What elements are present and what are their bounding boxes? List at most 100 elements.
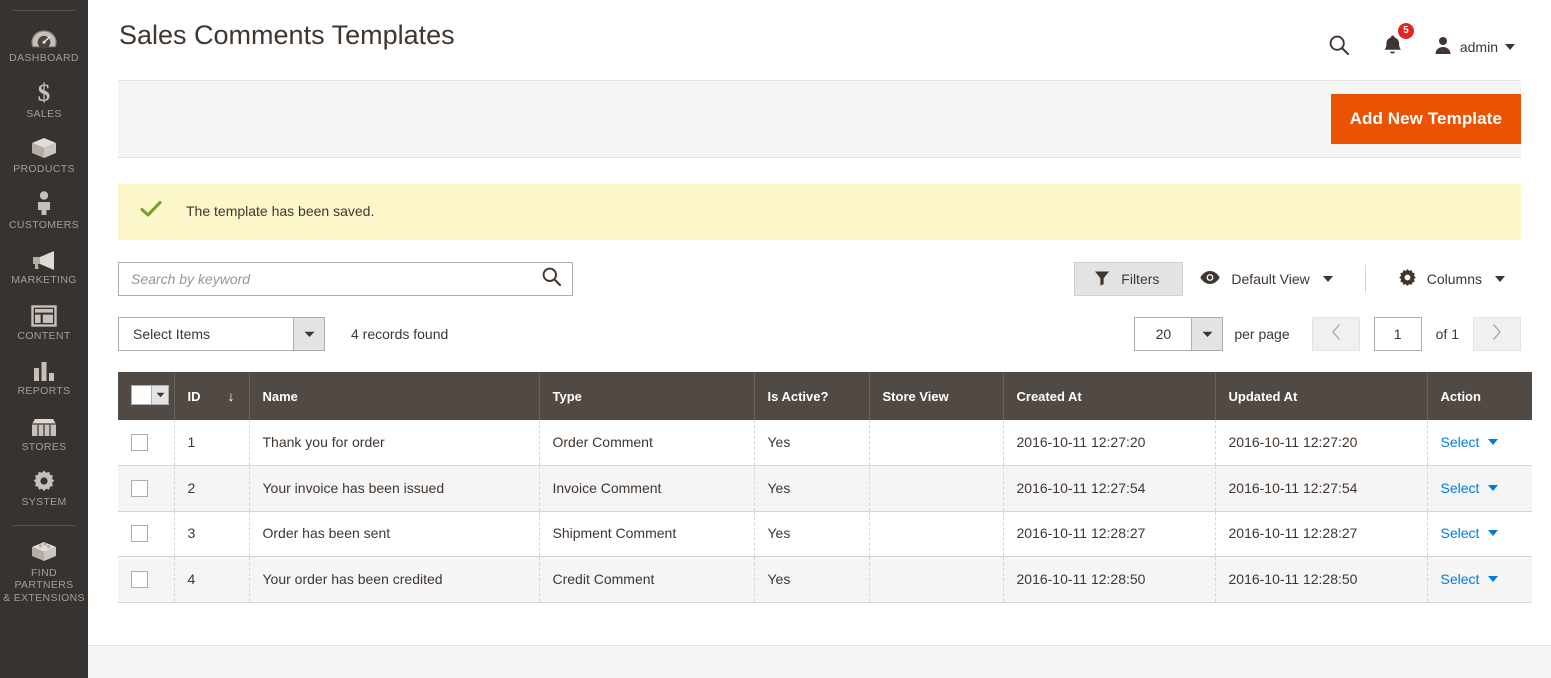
row-checkbox-cell[interactable] [118,511,175,558]
cell-store-view [869,465,1004,512]
sidebar-item-label: REPORTS [17,385,71,397]
table-row[interactable]: 3 Order has been sent Shipment Comment Y… [118,511,1532,558]
table-row[interactable]: 1 Thank you for order Order Comment Yes … [118,420,1532,466]
column-header-type[interactable]: Type [539,372,755,420]
sidebar-item-find-partners-extensions[interactable]: FIND PARTNERS & EXTENSIONS [0,532,88,613]
user-menu-label: admin [1459,39,1498,55]
mass-actions: Select Items 4 records found [118,317,448,351]
row-checkbox-cell[interactable] [118,556,175,604]
chevron-down-icon[interactable] [1488,438,1499,445]
select-items-dropdown[interactable]: Select Items [118,317,325,351]
global-search-button[interactable] [1312,30,1366,64]
row-select-link[interactable]: Select [1441,480,1480,496]
bar-chart-icon [31,356,57,382]
funnel-icon [1094,270,1110,289]
search-icon[interactable] [541,266,562,292]
per-page-dropdown[interactable]: 20 [1134,317,1224,351]
column-header-is-active[interactable]: Is Active? [754,372,870,420]
cell-updated-at: 2016-10-11 12:28:50 [1215,556,1428,604]
per-page-value: 20 [1155,326,1172,342]
search-input[interactable] [131,271,541,287]
keyword-search-box[interactable] [118,262,573,296]
storefront-icon [30,412,58,438]
filters-button[interactable]: Filters [1074,262,1184,296]
records-found-label: 4 records found [351,326,449,342]
cell-action[interactable]: Select [1427,465,1532,512]
row-checkbox[interactable] [131,433,148,451]
sidebar-item-dashboard[interactable]: DASHBOARD [0,17,88,73]
row-select-link[interactable]: Select [1441,525,1480,541]
cell-is-active: Yes [754,420,870,466]
sidebar-item-sales[interactable]: $ SALES [0,73,88,129]
chevron-down-icon[interactable] [1488,576,1499,583]
chevron-right-icon [1492,323,1502,345]
cell-action[interactable]: Select [1427,556,1532,604]
user-avatar-icon [1433,35,1453,60]
row-checkbox[interactable] [131,525,148,543]
column-header-action: Action [1427,372,1532,420]
select-all-checkbox-dropdown[interactable] [131,385,169,405]
cell-created-at: 2016-10-11 12:28:50 [1003,556,1216,604]
cell-id: 2 [174,465,250,512]
table-row[interactable]: 4 Your order has been credited Credit Co… [118,556,1532,604]
table-body: 1 Thank you for order Order Comment Yes … [118,420,1532,604]
column-header-updated-at[interactable]: Updated At [1215,372,1428,420]
columns-dropdown[interactable]: Columns [1382,268,1521,290]
table-row[interactable]: 2 Your invoice has been issued Invoice C… [118,465,1532,512]
sidebar-item-reports[interactable]: REPORTS [0,350,88,406]
column-header-id-label: ID [187,388,201,404]
column-header-checkbox[interactable] [118,372,175,420]
chevron-down-icon[interactable] [1488,530,1499,537]
cell-id: 4 [174,556,250,604]
layout-icon [31,301,57,327]
select-all-checkbox[interactable] [132,386,151,404]
table-header-row: ID ↓ Name Type Is Active? Store View Cre… [118,372,1532,420]
select-items-label: Select Items [133,326,211,342]
page-number-input[interactable] [1373,317,1422,351]
gear-icon [1398,268,1417,290]
sidebar-item-label: STORES [21,440,67,453]
search-icon [1328,34,1350,61]
box-icon [30,134,58,160]
extension-block-icon [30,538,58,564]
table-head: ID ↓ Name Type Is Active? Store View Cre… [118,372,1532,420]
sidebar-item-label-line1: FIND PARTNERS [14,566,74,592]
cell-is-active: Yes [754,465,870,512]
sidebar-item-customers[interactable]: CUSTOMERS [0,184,88,240]
sidebar-item-label: SALES [26,107,62,120]
sidebar-item-stores[interactable]: STORES [0,406,88,462]
add-new-template-button[interactable]: Add New Template [1330,94,1521,144]
cell-updated-at: 2016-10-11 12:28:27 [1215,511,1428,558]
cell-type: Credit Comment [539,556,755,604]
cell-action[interactable]: Select [1427,420,1532,466]
cell-action[interactable]: Select [1427,511,1532,558]
notifications-button[interactable]: 5 [1366,23,1419,64]
next-page-button[interactable] [1473,317,1521,351]
sidebar-item-content[interactable]: CONTENT [0,295,88,351]
column-header-store-view[interactable]: Store View [869,372,1004,420]
chevron-down-icon[interactable] [1488,484,1499,491]
sidebar-item-marketing[interactable]: MARKETING [0,239,88,295]
row-checkbox-cell[interactable] [118,465,175,512]
sidebar-item-system[interactable]: SYSTEM [0,461,88,517]
row-checkbox[interactable] [131,571,148,589]
column-header-created-at[interactable]: Created At [1003,372,1216,420]
sidebar-item-label: DASHBOARD [9,52,79,64]
messages-area: The template has been saved. [118,184,1521,240]
sidebar-divider-bottom [13,524,75,526]
previous-page-button[interactable] [1311,317,1360,351]
main-content: Sales Comments Templates 5 admin Add New… [88,0,1551,678]
cell-id: 3 [174,511,250,558]
column-header-name[interactable]: Name [249,372,540,420]
sidebar-item-products[interactable]: PRODUCTS [0,128,88,184]
chevron-down-icon[interactable] [151,386,168,404]
row-checkbox[interactable] [131,479,148,497]
view-bookmarks-dropdown[interactable]: Default View [1183,270,1348,288]
row-select-link[interactable]: Select [1441,434,1480,450]
user-menu[interactable]: admin [1419,35,1521,60]
grid-toolbar: Filters Default View Columns [118,262,1521,296]
cell-type: Invoice Comment [539,465,755,512]
column-header-id[interactable]: ID ↓ [174,372,250,420]
row-select-link[interactable]: Select [1441,571,1480,587]
row-checkbox-cell[interactable] [118,420,175,466]
